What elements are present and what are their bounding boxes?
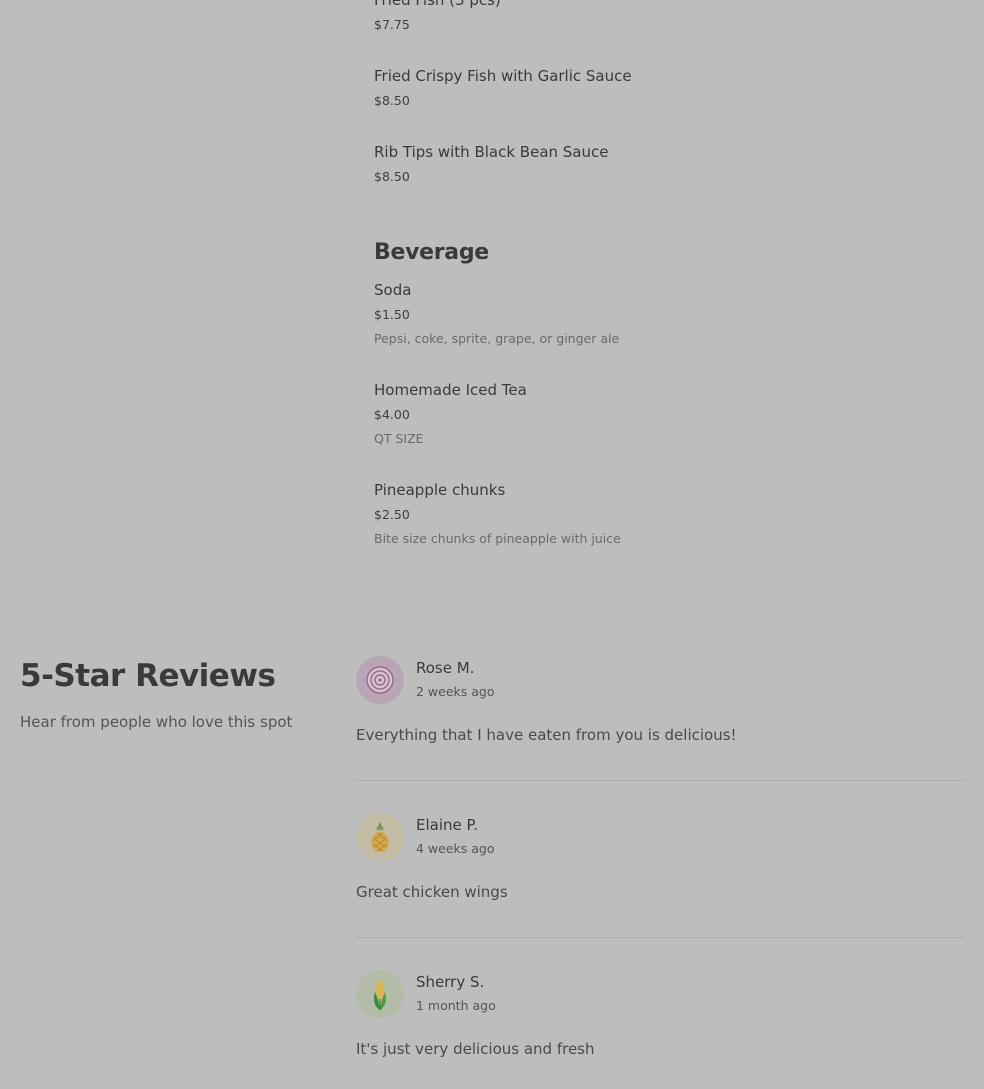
restaurant-page: Fried Fish (3 pcs) $7.75 Fried Crispy Fi…	[0, 0, 984, 1089]
menu-item-description: Bite size chunks of pineapple with juice	[374, 531, 621, 546]
review-time: 4 weeks ago	[416, 841, 495, 856]
menu-item-name: Fried Fish (3 pcs)	[374, 0, 501, 9]
menu-item-name: Homemade Iced Tea	[374, 381, 527, 399]
menu-item[interactable]: Fried Crispy Fish with Garlic Sauce $8.5…	[374, 66, 954, 142]
avatar	[356, 813, 404, 861]
menu-item[interactable]: Fried Fish (3 pcs) $7.75	[374, 0, 954, 66]
review-time: 2 weeks ago	[416, 684, 495, 699]
menu-item-price: $8.50	[374, 169, 410, 184]
review-text: It's just very delicious and fresh	[356, 1040, 595, 1058]
menu-item-name: Soda	[374, 281, 412, 299]
avatar	[356, 970, 404, 1018]
menu-item[interactable]: Homemade Iced Tea $4.00 QT SIZE	[374, 380, 954, 480]
menu-item-description: QT SIZE	[374, 431, 424, 446]
review-card: Sherry S. 1 month ago It's just very del…	[356, 970, 964, 1070]
reviews-title: 5-Star Reviews	[20, 658, 276, 694]
menu-item-price: $2.50	[374, 507, 410, 522]
reviewer-name: Sherry S.	[416, 973, 485, 991]
divider	[356, 780, 964, 781]
reviewer-name: Rose M.	[416, 659, 475, 677]
avatar	[356, 656, 404, 704]
menu-item-description: Pepsi, coke, sprite, grape, or ginger al…	[374, 331, 620, 346]
menu-item-price: $8.50	[374, 93, 410, 108]
reviewer-name: Elaine P.	[416, 816, 478, 834]
menu-item[interactable]: Pineapple chunks $2.50 Bite size chunks …	[374, 480, 954, 560]
pineapple-icon	[371, 822, 389, 852]
divider	[356, 937, 964, 938]
review-card: Rose M. 2 weeks ago Everything that I ha…	[356, 656, 964, 756]
menu-item-price: $7.75	[374, 17, 410, 32]
reviews-subtitle: Hear from people who love this spot	[20, 713, 293, 731]
menu-item[interactable]: Rib Tips with Black Bean Sauce $8.50	[374, 142, 954, 238]
menu-item-price: $4.00	[374, 407, 410, 422]
reviews-header: 5-Star Reviews Hear from people who love…	[20, 656, 340, 732]
corn-icon	[374, 981, 386, 1010]
menu-item-price: $1.50	[374, 307, 410, 322]
menu-item-name: Pineapple chunks	[374, 481, 506, 499]
review-text: Great chicken wings	[356, 883, 508, 901]
onion-icon	[366, 666, 394, 694]
menu-item-name: Fried Crispy Fish with Garlic Sauce	[374, 67, 632, 85]
review-time: 1 month ago	[416, 998, 496, 1013]
menu-list: Fried Fish (3 pcs) $7.75 Fried Crispy Fi…	[374, 0, 954, 560]
review-card: Elaine P. 4 weeks ago Great chicken wing…	[356, 813, 964, 913]
review-text: Everything that I have eaten from you is…	[356, 726, 737, 744]
menu-section-title: Beverage	[374, 240, 489, 265]
menu-item[interactable]: Soda $1.50 Pepsi, coke, sprite, grape, o…	[374, 280, 954, 380]
menu-item-name: Rib Tips with Black Bean Sauce	[374, 143, 609, 161]
